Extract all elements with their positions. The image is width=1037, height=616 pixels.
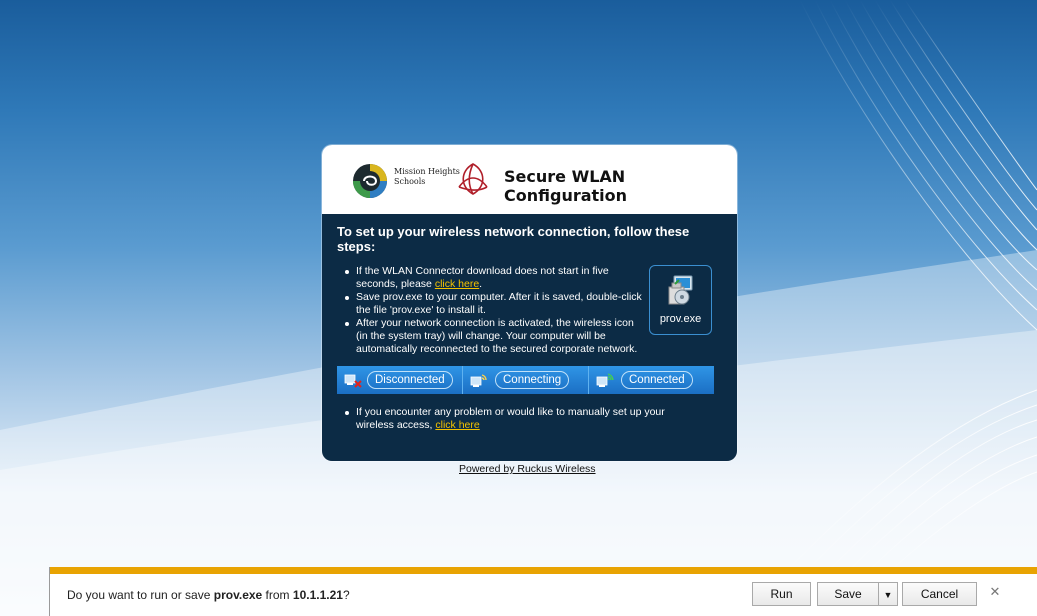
wifi-connected-icon: [596, 373, 614, 387]
connecting-label: Connecting: [495, 371, 570, 389]
status-connected: Connected: [589, 366, 714, 394]
wifi-connecting-icon: [470, 374, 487, 387]
save-button[interactable]: Save: [817, 582, 879, 606]
download-link[interactable]: click here: [435, 278, 479, 290]
status-disconnected: Disconnected: [337, 366, 463, 394]
school-logo-icon: [353, 164, 387, 198]
cancel-button[interactable]: Cancel: [902, 582, 977, 606]
close-icon[interactable]: ✕: [988, 586, 1002, 600]
help-text: If you encounter any problem or would li…: [356, 406, 665, 431]
card-title: Secure WLAN Configuration: [504, 167, 628, 205]
wifi-disconnected-icon: [344, 374, 362, 388]
download-notification-bar: Do you want to run or save prov.exe from…: [49, 567, 1037, 616]
org-name-line1: Mission Heights: [394, 167, 460, 176]
status-connecting: Connecting: [463, 366, 589, 394]
wlan-config-card: Mission Heights Schools Secure WLAN Conf…: [322, 145, 737, 461]
steps-title: To set up your wireless network connecti…: [337, 224, 690, 254]
org-name-line2: Schools: [394, 177, 426, 186]
connection-status-bar: Disconnected Connecting Connected: [337, 366, 714, 394]
list-item: Save prov.exe to your computer. After it…: [344, 291, 646, 317]
prompt-middle: from: [262, 588, 293, 602]
installer-icon: [668, 275, 693, 305]
instruction-list: If the WLAN Connector download does not …: [344, 265, 646, 356]
save-options-dropdown[interactable]: ▼: [878, 582, 898, 606]
prompt-prefix: Do you want to run or save: [67, 588, 214, 602]
list-item: After your network connection is activat…: [344, 317, 646, 356]
card-body: To set up your wireless network connecti…: [322, 214, 737, 461]
help-list: If you encounter any problem or would li…: [344, 406, 704, 432]
prompt-file: prov.exe: [213, 588, 263, 602]
disconnected-label: Disconnected: [367, 371, 453, 389]
list-item: If you encounter any problem or would li…: [344, 406, 704, 432]
bullet1-text: If the WLAN Connector download does not …: [356, 265, 609, 290]
prov-download-tile[interactable]: prov.exe: [649, 265, 712, 335]
powered-by-link[interactable]: Powered by Ruckus Wireless: [459, 463, 596, 475]
celtic-knot-icon: [458, 163, 488, 195]
download-prompt: Do you want to run or save prov.exe from…: [67, 588, 350, 602]
card-header: Mission Heights Schools Secure WLAN Conf…: [322, 145, 737, 214]
connected-label: Connected: [621, 371, 693, 389]
run-button[interactable]: Run: [752, 582, 811, 606]
bullet1-suffix: .: [479, 278, 483, 290]
org-name: Mission Heights Schools: [394, 167, 460, 187]
dropdown-arrow-icon: ▼: [883, 590, 893, 600]
prov-filename: prov.exe: [659, 313, 702, 325]
list-item: If the WLAN Connector download does not …: [344, 265, 646, 291]
manual-setup-link[interactable]: click here: [435, 419, 479, 431]
prompt-suffix: ?: [342, 588, 350, 602]
prompt-host: 10.1.1.21: [292, 588, 343, 602]
